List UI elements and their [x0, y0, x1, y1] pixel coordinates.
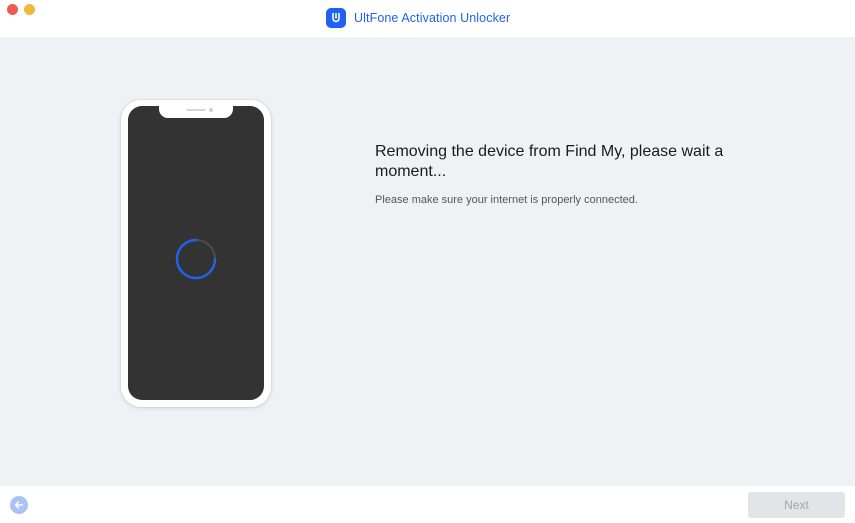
loading-spinner-icon — [175, 238, 217, 280]
next-button[interactable]: Next — [748, 492, 845, 518]
phone-screen — [128, 106, 264, 400]
status-subtext: Please make sure your internet is proper… — [375, 194, 638, 206]
title-bar: UltFone Activation Unlocker — [0, 0, 855, 37]
camera-icon — [209, 108, 213, 112]
ultfone-logo-icon — [326, 8, 346, 28]
minimize-window-button[interactable] — [24, 4, 35, 15]
arrow-left-icon — [14, 501, 24, 509]
phone-notch — [159, 106, 233, 118]
app-window: UltFone Activation Unlocker Removing the… — [0, 0, 855, 523]
back-button[interactable] — [10, 496, 28, 514]
bottom-bar: Next — [0, 486, 855, 523]
app-title: UltFone Activation Unlocker — [326, 8, 510, 28]
status-message: Removing the device from Find My, please… — [375, 142, 735, 206]
status-heading: Removing the device from Find My, please… — [375, 143, 724, 180]
phone-illustration — [121, 100, 271, 407]
app-name: UltFone Activation Unlocker — [354, 11, 511, 25]
close-window-button[interactable] — [7, 4, 18, 15]
speaker-icon — [186, 109, 206, 111]
